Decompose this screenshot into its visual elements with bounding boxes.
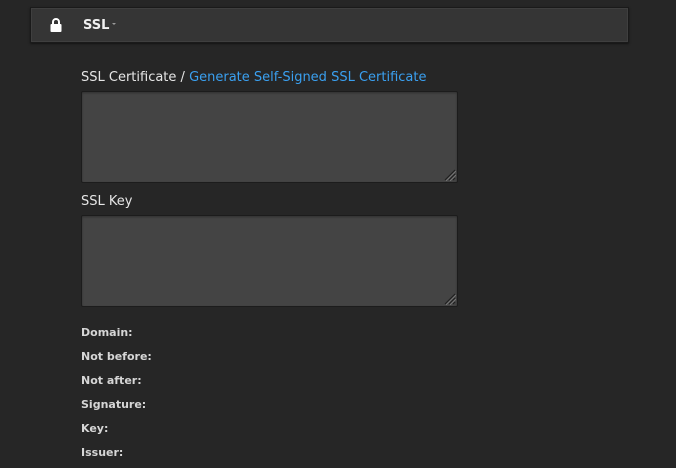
caret-down-icon xyxy=(112,22,117,25)
info-key-label: Key: xyxy=(81,422,109,435)
ssl-key-label: SSL Key xyxy=(81,194,133,209)
resize-grip-icon[interactable] xyxy=(444,293,456,305)
info-not-after: Not after: xyxy=(81,374,146,388)
info-issuer-label: Issuer: xyxy=(81,446,124,459)
info-issuer: Issuer: xyxy=(81,446,127,460)
ssl-dropdown-toggle[interactable]: SSL xyxy=(83,17,117,35)
info-signature-label: Signature: xyxy=(81,398,147,411)
info-not-before-label: Not before: xyxy=(81,350,152,363)
resize-grip-icon[interactable] xyxy=(444,169,456,181)
info-domain-label: Domain: xyxy=(81,326,133,339)
lock-icon xyxy=(50,18,62,32)
ssl-certificate-textarea[interactable] xyxy=(81,91,458,183)
generate-self-signed-link[interactable]: Generate Self-Signed SSL Certificate xyxy=(189,70,426,85)
ssl-certificate-label: SSL Certificate / Generate Self-Signed S… xyxy=(81,70,426,86)
info-signature: Signature: xyxy=(81,398,150,412)
info-not-before: Not before: xyxy=(81,350,156,364)
ssl-settings-page: SSL SSL Certificate / Generate Self-Sign… xyxy=(0,0,676,468)
ssl-certificate-label-text: SSL Certificate / xyxy=(81,70,190,85)
header-title: SSL xyxy=(83,18,110,33)
info-domain: Domain: xyxy=(81,326,137,340)
info-not-after-label: Not after: xyxy=(81,374,142,387)
ssl-key-textarea[interactable] xyxy=(81,215,458,307)
info-key: Key: xyxy=(81,422,112,436)
ssl-section-header: SSL xyxy=(30,7,629,43)
